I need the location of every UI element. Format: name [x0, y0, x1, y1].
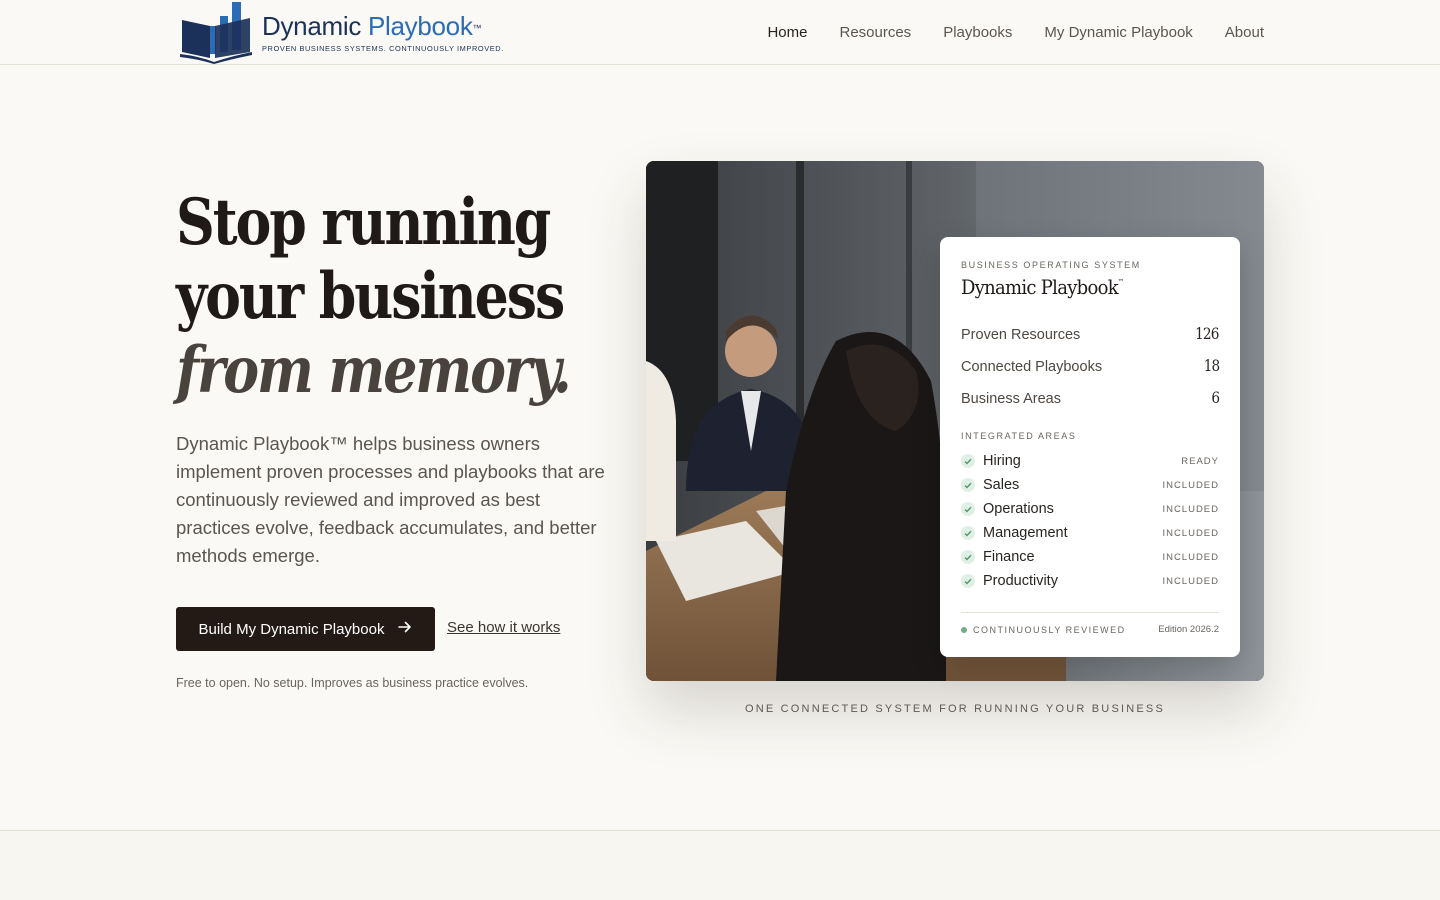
area-item-productivity: Productivity INCLUDED	[961, 570, 1219, 592]
book-chart-icon	[180, 0, 254, 64]
brand-name: Dynamic Playbook™	[262, 11, 482, 41]
area-item-hiring: Hiring READY	[961, 450, 1219, 472]
arrow-right-icon	[398, 620, 412, 638]
playbook-summary-card: BUSINESS OPERATING SYSTEM Dynamic Playbo…	[940, 237, 1240, 657]
stat-row: Proven Resources 126	[961, 324, 1220, 343]
nav-resources[interactable]: Resources	[839, 24, 911, 41]
image-caption: ONE CONNECTED SYSTEM FOR RUNNING YOUR BU…	[744, 703, 1166, 715]
area-item-operations: Operations INCLUDED	[961, 498, 1219, 520]
build-playbook-button[interactable]: Build My Dynamic Playbook	[176, 607, 435, 651]
brand-tagline: PROVEN BUSINESS SYSTEMS. CONTINUOUSLY IM…	[262, 44, 504, 53]
nav-about[interactable]: About	[1225, 24, 1264, 41]
main-nav: Home Resources Playbooks My Dynamic Play…	[767, 0, 1264, 64]
check-icon	[961, 478, 975, 492]
integrated-areas-label: INTEGRATED AREAS	[961, 431, 1077, 441]
next-section	[0, 830, 1440, 900]
hero-note: Free to open. No setup. Improves as busi…	[176, 676, 529, 690]
check-icon	[961, 502, 975, 516]
nav-playbooks[interactable]: Playbooks	[943, 24, 1012, 41]
area-item-management: Management INCLUDED	[961, 522, 1219, 544]
review-status: CONTINUOUSLY REVIEWED	[973, 624, 1126, 635]
nav-my-dynamic-playbook[interactable]: My Dynamic Playbook	[1044, 24, 1192, 41]
headline-line-3: from memory.	[176, 333, 572, 408]
hero-headline: Stop running your business from memory.	[176, 185, 572, 408]
brand-logo[interactable]: Dynamic Playbook™ PROVEN BUSINESS SYSTEM…	[180, 0, 504, 64]
edition-label: Edition 2026.2	[1158, 624, 1219, 635]
check-icon	[961, 454, 975, 468]
card-footer: CONTINUOUSLY REVIEWED Edition 2026.2	[961, 624, 1219, 635]
cta-label: Build My Dynamic Playbook	[198, 620, 385, 638]
card-divider	[961, 612, 1219, 613]
hero-lead: Dynamic Playbook™ helps business owners …	[176, 433, 605, 566]
card-eyebrow: BUSINESS OPERATING SYSTEM	[961, 260, 1141, 270]
see-how-it-works-link[interactable]: See how it works	[447, 619, 560, 636]
site-header: Dynamic Playbook™ PROVEN BUSINESS SYSTEM…	[0, 0, 1440, 65]
card-title: Dynamic Playbook™	[961, 275, 1124, 299]
area-item-sales: Sales INCLUDED	[961, 474, 1219, 496]
check-icon	[961, 574, 975, 588]
stat-row: Business Areas 6	[961, 388, 1220, 407]
headline-line-2: your business	[176, 259, 565, 334]
status-dot-icon	[961, 626, 967, 633]
headline-line-1: Stop running	[176, 185, 551, 260]
check-icon	[961, 526, 975, 540]
area-item-finance: Finance INCLUDED	[961, 546, 1219, 568]
nav-home[interactable]: Home	[767, 24, 807, 41]
stat-row: Connected Playbooks 18	[961, 356, 1220, 375]
check-icon	[961, 550, 975, 564]
